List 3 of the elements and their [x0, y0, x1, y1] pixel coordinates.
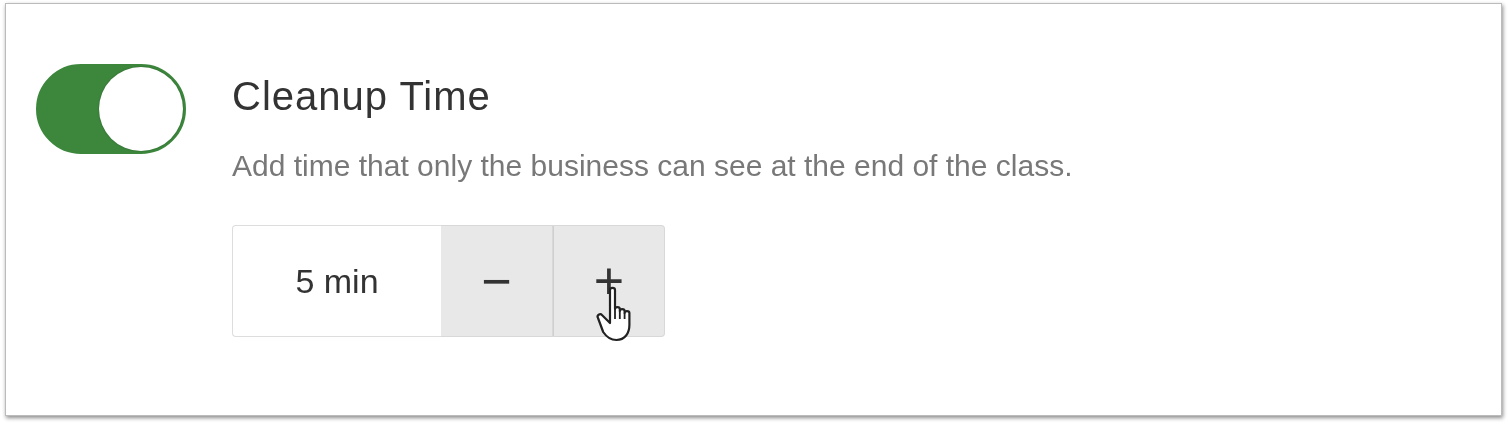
setting-description: Add time that only the business can see at the end of the class. — [232, 149, 1073, 183]
setting-title: Cleanup Time — [232, 74, 492, 119]
decrement-button[interactable]: − — [441, 225, 553, 337]
